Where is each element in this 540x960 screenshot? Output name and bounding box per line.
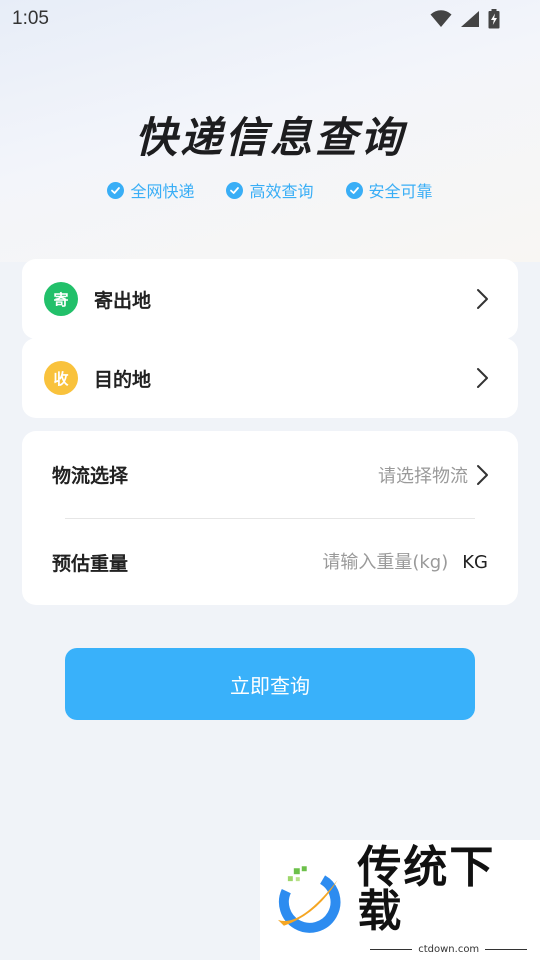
logistics-select[interactable]: 请选择物流: [378, 462, 490, 488]
receiver-badge: 收: [44, 361, 78, 395]
check-circle-icon: [226, 181, 244, 199]
watermark-title: 传统下载: [357, 841, 496, 937]
query-button[interactable]: 立即查询: [65, 648, 475, 720]
feature-item: 安全可靠: [345, 178, 433, 202]
signal-icon: [461, 11, 479, 27]
chevron-right-icon: [477, 289, 488, 309]
weight-label: 预估重量: [52, 553, 129, 575]
shipping-form-card: 物流选择 请选择物流 预估重量 KG: [22, 431, 518, 605]
check-circle-icon: [345, 181, 363, 199]
wifi-icon: [430, 10, 452, 27]
feature-item: 全网快递: [107, 178, 194, 202]
sender-address-label: 寄出地: [94, 289, 152, 312]
check-circle-icon: [107, 181, 125, 199]
watermark-site: ctdown.com: [370, 943, 528, 955]
receiver-address-card[interactable]: 收 目的地: [22, 338, 518, 418]
logistics-select-row[interactable]: 物流选择 请选择物流: [22, 431, 518, 518]
watermark: 传统下载 ctdown.com: [260, 840, 540, 960]
weight-input[interactable]: [248, 552, 449, 573]
receiver-address-row[interactable]: 收 目的地: [22, 338, 518, 418]
chevron-right-icon: [477, 464, 488, 485]
receiver-address-label: 目的地: [94, 368, 152, 391]
page-title: 快递信息查询: [134, 113, 405, 162]
sender-address-card[interactable]: 寄 寄出地: [22, 259, 518, 339]
feature-list: 全网快递 高效查询 安全可靠: [0, 178, 540, 202]
weight-unit: KG: [462, 552, 488, 573]
battery-charging-icon: [488, 9, 500, 29]
feature-item: 高效查询: [226, 178, 314, 202]
sender-badge: 寄: [44, 282, 78, 316]
chevron-right-icon: [477, 368, 488, 388]
sender-address-row[interactable]: 寄 寄出地: [22, 259, 518, 339]
watermark-site-text: ctdown.com: [418, 943, 480, 955]
logistics-placeholder: 请选择物流: [378, 465, 468, 487]
status-bar: 1:05: [0, 0, 540, 38]
ctdown-logo-icon: [277, 866, 341, 933]
status-icons: [430, 9, 500, 29]
feature-label: 高效查询: [249, 182, 314, 201]
status-time: 1:05: [12, 8, 49, 29]
watermark-text: 传统下载 ctdown.com: [357, 841, 540, 955]
feature-label: 全网快递: [130, 182, 195, 201]
watermark-line: [370, 948, 413, 950]
weight-input-row: 预估重量 KG: [22, 519, 518, 606]
feature-label: 安全可靠: [368, 182, 433, 201]
watermark-line: [485, 948, 528, 950]
logistics-label: 物流选择: [52, 465, 129, 487]
